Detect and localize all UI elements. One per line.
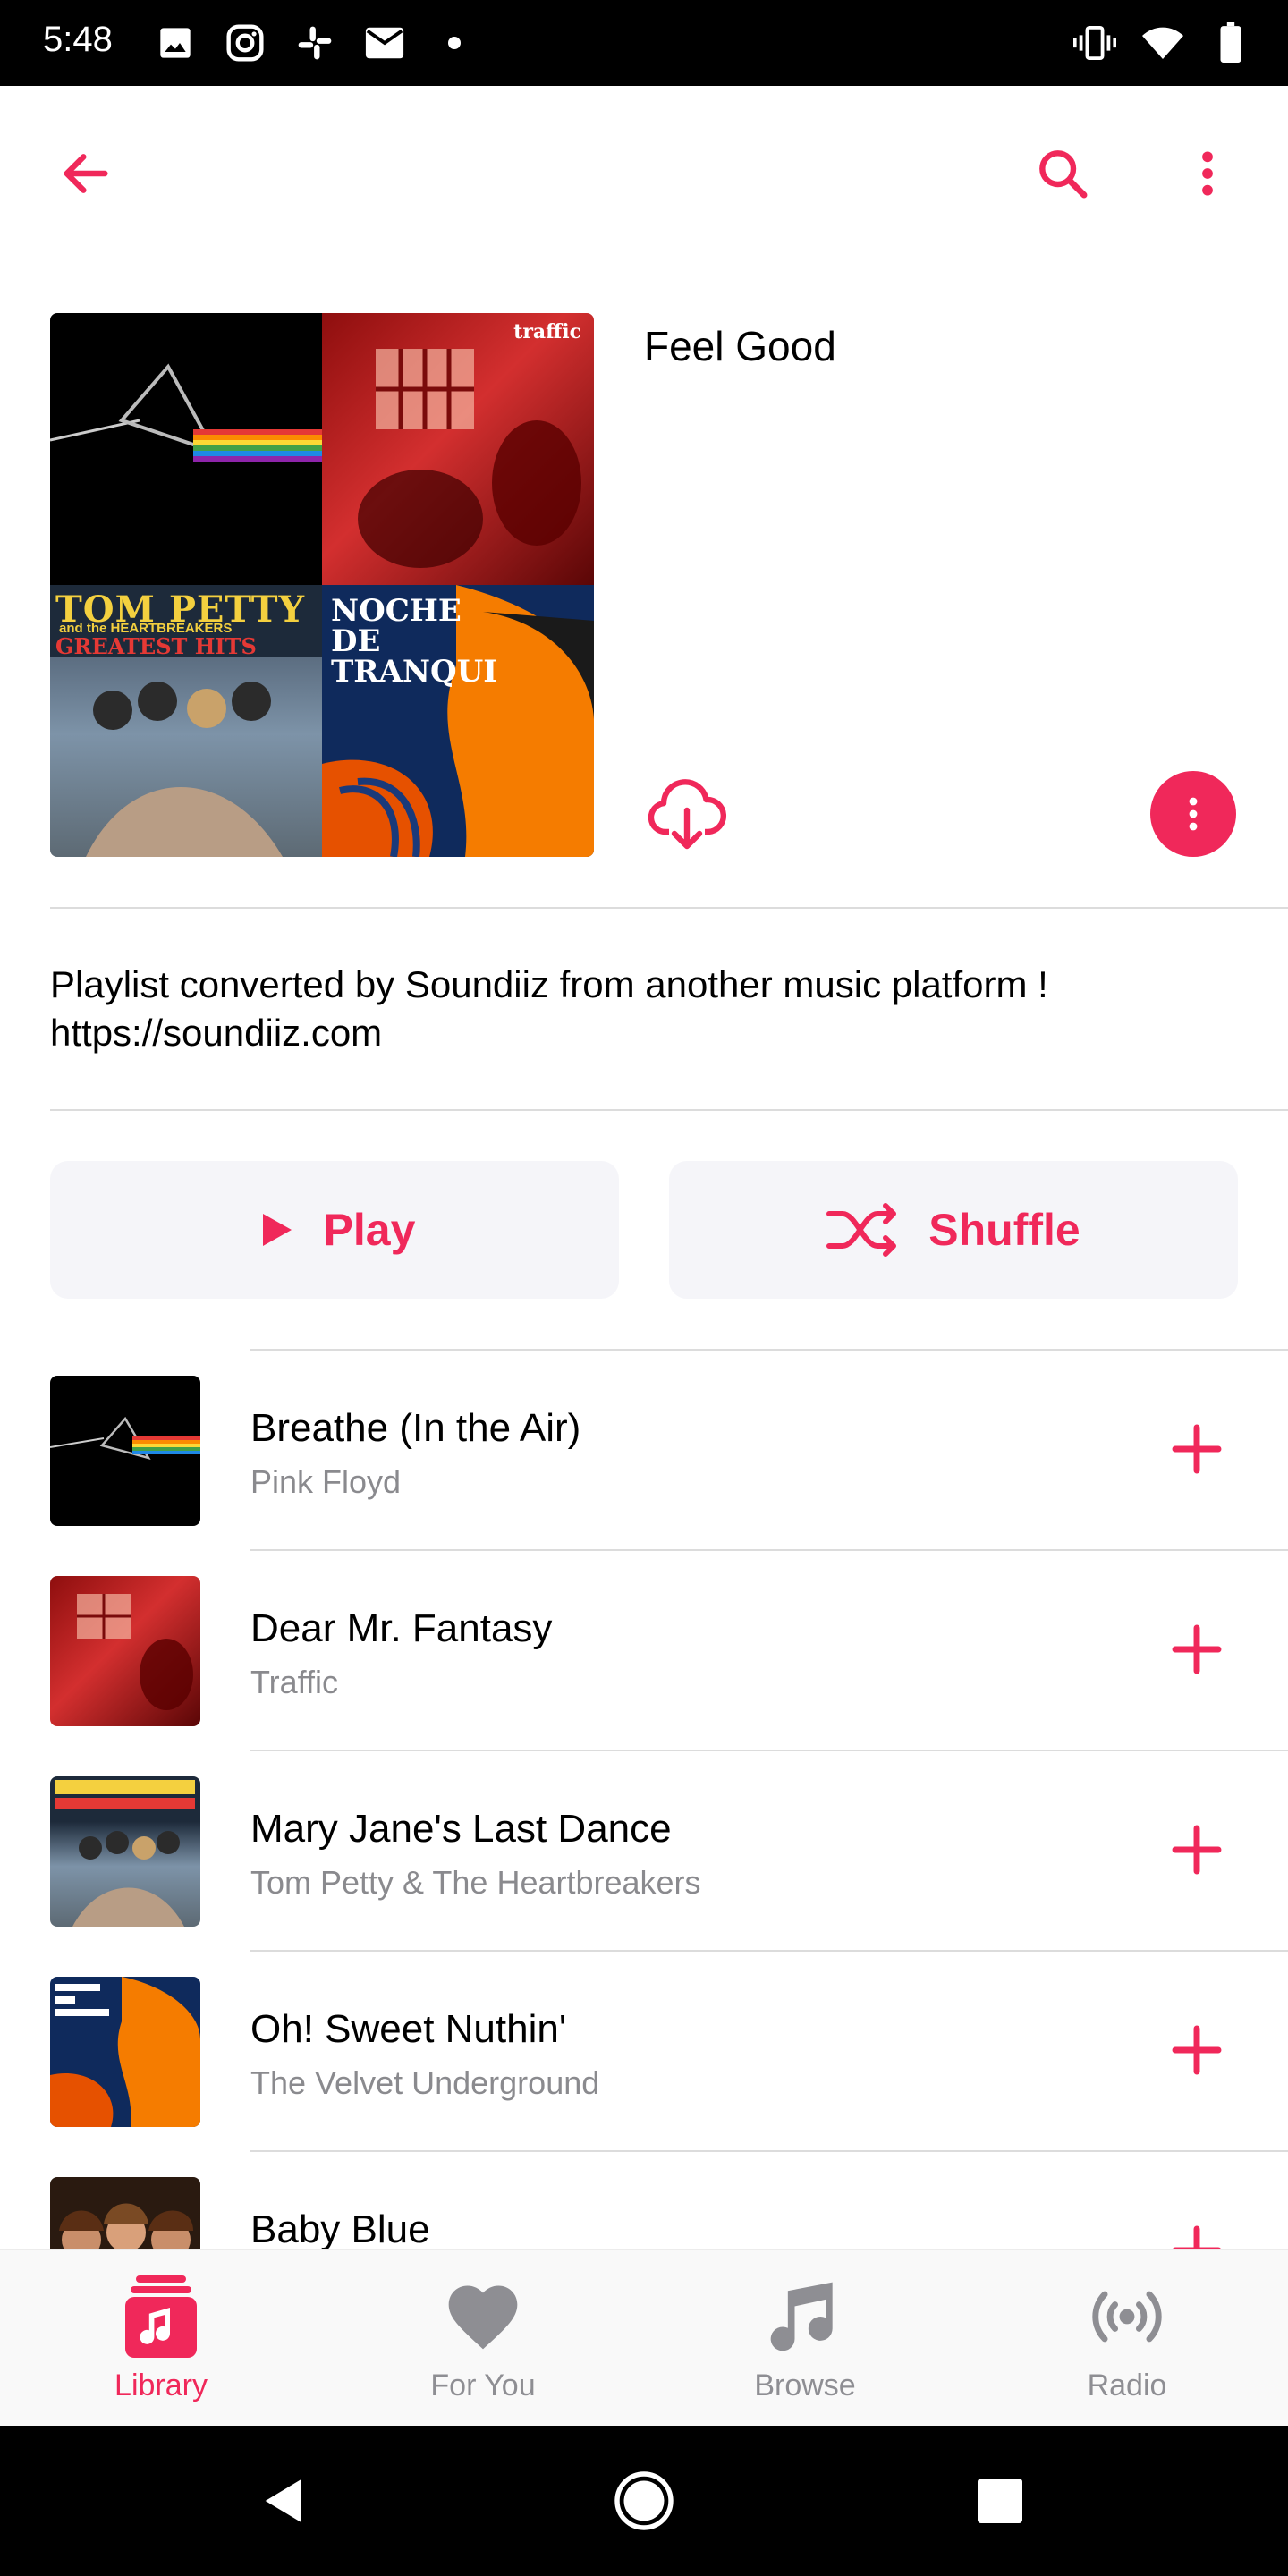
cloud-download-icon[interactable]	[642, 769, 732, 859]
add-icon[interactable]	[1154, 1807, 1240, 1893]
music-note-icon	[770, 2282, 833, 2351]
bottom-tab-bar: Library For You Browse Radio	[0, 2249, 1288, 2426]
track-artist: Pink Floyd	[250, 1463, 402, 1500]
image-icon	[154, 21, 197, 64]
track-title: Mary Jane's Last Dance	[250, 1807, 672, 1851]
divider	[50, 907, 1288, 909]
mail-icon	[363, 21, 406, 64]
back-arrow-icon[interactable]	[50, 138, 122, 209]
track-artist: Traffic	[250, 1664, 339, 1700]
play-icon	[262, 1214, 292, 1246]
shuffle-icon	[826, 1203, 897, 1257]
track-artwork-noche	[50, 1977, 200, 2127]
track-title: Oh! Sweet Nuthin'	[250, 2007, 567, 2051]
track-row[interactable]: Dear Mr. Fantasy Traffic	[0, 1551, 1288, 1751]
add-icon[interactable]	[1154, 1606, 1240, 1692]
heart-icon	[448, 2285, 518, 2350]
slack-icon	[293, 21, 336, 64]
track-artist: The Velvet Underground	[250, 2064, 600, 2101]
noche-line2: DE	[331, 623, 381, 659]
playlist-more-button[interactable]	[1150, 771, 1236, 857]
battery-icon	[1209, 21, 1252, 64]
noche-line3: TRANQUI	[331, 654, 498, 690]
playlist-title: Feel Good	[644, 323, 836, 369]
noche-line1: NOCHE	[331, 593, 462, 629]
track-artwork-tom-petty	[50, 1776, 200, 1927]
artwork-traffic: traffic	[322, 313, 594, 585]
wifi-icon	[1141, 21, 1184, 64]
tab-label: Library	[114, 2368, 208, 2402]
play-button[interactable]: Play	[50, 1161, 619, 1299]
tab-library[interactable]: Library	[0, 2250, 322, 2428]
greatest-hits-text: GREATEST HITS	[55, 633, 257, 659]
tab-label: Browse	[754, 2368, 856, 2402]
track-title: Breathe (In the Air)	[250, 1406, 581, 1450]
play-label: Play	[323, 1205, 416, 1255]
radio-icon	[1092, 2291, 1162, 2343]
description-link[interactable]: https://soundiiz.com	[50, 1009, 1249, 1057]
library-icon	[125, 2275, 197, 2358]
shuffle-label: Shuffle	[928, 1205, 1080, 1255]
track-row[interactable]: Mary Jane's Last Dance Tom Petty & The H…	[0, 1751, 1288, 1952]
system-nav-bar	[0, 2426, 1288, 2576]
nav-home-icon[interactable]	[608, 2465, 680, 2537]
search-icon[interactable]	[1027, 138, 1098, 209]
tab-radio[interactable]: Radio	[966, 2250, 1288, 2428]
add-icon[interactable]	[1154, 1406, 1240, 1492]
tab-label: For You	[430, 2368, 536, 2402]
divider	[50, 1109, 1288, 1111]
playlist-artwork: traffic TOM PETTY and the HEARTBREAKERS …	[50, 313, 594, 857]
track-title: Baby Blue	[250, 2207, 430, 2251]
description-line1: Playlist converted by Soundiiz from anot…	[50, 963, 1048, 1005]
artwork-noche-de-tranqui: NOCHE DE TRANQUI	[322, 585, 594, 857]
playlist-description: Playlist converted by Soundiiz from anot…	[50, 961, 1249, 1057]
nav-back-icon[interactable]	[249, 2465, 320, 2537]
dot-icon	[433, 21, 476, 64]
more-vertical-icon[interactable]	[1172, 138, 1243, 209]
app-bar	[0, 86, 1288, 265]
track-artwork-dark-side	[50, 1376, 200, 1526]
traffic-badge: traffic	[513, 320, 581, 343]
track-row[interactable]: Oh! Sweet Nuthin' The Velvet Underground	[0, 1952, 1288, 2152]
more-dots-icon	[1189, 797, 1198, 831]
tab-for-you[interactable]: For You	[322, 2250, 644, 2428]
track-title: Dear Mr. Fantasy	[250, 1606, 553, 1650]
tab-label: Radio	[1087, 2368, 1167, 2402]
track-artist: Tom Petty & The Heartbreakers	[250, 1864, 701, 1901]
instagram-icon	[224, 21, 267, 64]
nav-recents-icon[interactable]	[964, 2465, 1036, 2537]
shuffle-button[interactable]: Shuffle	[669, 1161, 1238, 1299]
track-artwork-traffic	[50, 1576, 200, 1726]
status-bar: 5:48	[0, 0, 1288, 86]
vibrate-icon	[1073, 21, 1116, 64]
status-time: 5:48	[43, 20, 113, 59]
tab-browse[interactable]: Browse	[644, 2250, 966, 2428]
add-icon[interactable]	[1154, 2007, 1240, 2093]
artwork-dark-side	[50, 313, 322, 585]
artwork-tom-petty: TOM PETTY and the HEARTBREAKERS GREATEST…	[50, 585, 322, 857]
track-row[interactable]: Breathe (In the Air) Pink Floyd	[0, 1351, 1288, 1551]
